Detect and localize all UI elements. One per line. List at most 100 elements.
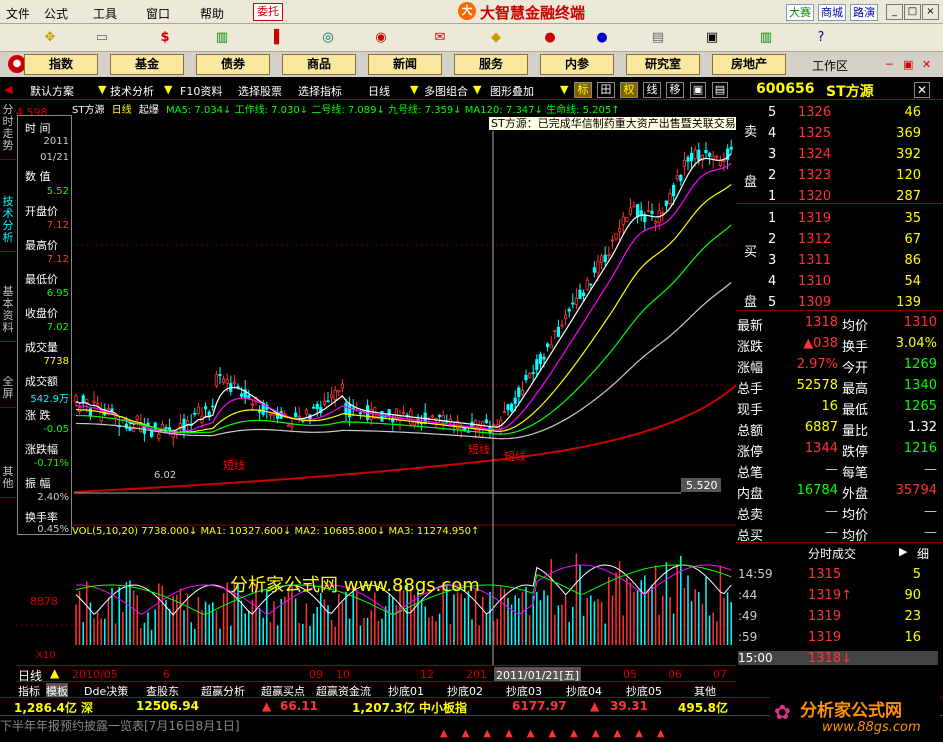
nav-news[interactable]: 新闻 — [368, 54, 442, 75]
menu-file[interactable]: 文件 — [6, 5, 30, 22]
sell-level-price[interactable]: 1323 — [798, 168, 831, 183]
candle-body — [636, 204, 640, 218]
move-toggle[interactable]: 移 — [666, 82, 684, 98]
mark-toggle[interactable]: 标 — [574, 82, 592, 98]
window-icon[interactable]: ▣ — [702, 28, 722, 48]
buy-level-price[interactable]: 1311 — [798, 253, 831, 268]
multi-chart-select[interactable]: 多图组合 — [424, 83, 468, 99]
overlay-select[interactable]: 图形叠加 — [490, 83, 534, 99]
app-title: 大大智慧金融终端 — [458, 2, 585, 23]
buy-level-price[interactable]: 1312 — [798, 232, 831, 247]
f10-button[interactable]: F10资料 — [180, 83, 222, 99]
diamond-icon[interactable]: ◆ — [486, 28, 506, 48]
sphere-icon[interactable]: ● — [592, 28, 612, 48]
period-dropdown-icon[interactable]: ▼ — [410, 83, 418, 96]
info-label-amount: 成交额 — [25, 375, 58, 388]
menu-formula[interactable]: 公式 — [44, 5, 68, 22]
stock-close-icon[interactable]: ✕ — [914, 82, 930, 98]
info-label-time: 时 间 — [25, 122, 51, 135]
nav-fund[interactable]: 基金 — [110, 54, 184, 75]
chart-toolbar: ◀ 默认方案 ▼ 技术分析 ▼ F10资料 选择股票 选择指标 日线 ▼ 多图组… — [0, 80, 736, 100]
bars-icon[interactable]: ▐ — [264, 28, 284, 48]
nav-service[interactable]: 服务 — [454, 54, 528, 75]
nav-index[interactable]: 指数 — [24, 54, 98, 75]
side-tab-other[interactable]: 其他 — [0, 466, 16, 498]
side-tab-fullscreen[interactable]: 全屏 — [0, 376, 16, 408]
help-cursor-icon[interactable]: ? — [811, 28, 831, 48]
ticks-prev-icon[interactable]: ▶ — [899, 545, 907, 558]
stat-label: 现手 — [737, 403, 764, 418]
dollar-icon[interactable]: $ — [155, 28, 175, 48]
candle-body — [610, 239, 615, 242]
binocular-icon[interactable]: ◎ — [318, 28, 338, 48]
tech-dropdown-icon[interactable]: ▼ — [164, 83, 172, 96]
nav-realestate[interactable]: 房地产 — [712, 54, 786, 75]
ws-close-icon[interactable]: ✕ — [922, 58, 931, 71]
maximize-icon[interactable]: □ — [904, 4, 921, 20]
ruler-icon[interactable]: ▭ — [92, 28, 112, 48]
side-tab-basic[interactable]: 基本资料 — [0, 286, 16, 342]
select-indicator-button[interactable]: 选择指标 — [298, 83, 342, 99]
menu-tools[interactable]: 工具 — [93, 5, 117, 22]
select-stock-button[interactable]: 选择股票 — [238, 83, 282, 99]
info-value-low: 6.95 — [46, 288, 69, 299]
alarm-icon[interactable]: ◉ — [371, 28, 391, 48]
line-toggle[interactable]: 线 — [643, 82, 661, 98]
contest-button[interactable]: 大赛 — [786, 4, 814, 21]
ticker-sh-change: 66.11 — [280, 699, 318, 713]
stat-value: ▲038 — [803, 336, 838, 351]
buy-level-price[interactable]: 1310 — [798, 274, 831, 289]
tech-analysis-select[interactable]: 技术分析 — [110, 83, 154, 99]
mall-button[interactable]: 商城 — [818, 4, 846, 21]
overlay-dropdown-icon[interactable]: ▼ — [560, 83, 568, 96]
side-tab-technical[interactable]: 技术分析 — [0, 196, 16, 252]
printer-icon[interactable]: ▤ — [648, 28, 668, 48]
period-arrow-icon[interactable]: ▲ — [50, 666, 59, 680]
crosshair-icon[interactable]: ✥ — [40, 28, 60, 48]
nav-insider[interactable]: 内参 — [540, 54, 614, 75]
ticker-sh[interactable]: 1,286.4亿 深 — [14, 699, 93, 716]
sell-level-price[interactable]: 1326 — [798, 105, 831, 120]
buy-label: 买盘 — [744, 245, 758, 310]
ws-restore-icon[interactable]: ▣ — [903, 58, 913, 71]
stat-label: 涨跌 — [737, 340, 764, 355]
scheme-dropdown-icon[interactable]: ▼ — [98, 83, 106, 96]
menu-window[interactable]: 窗口 — [146, 5, 170, 22]
close-icon[interactable]: × — [922, 4, 939, 20]
workspace-label[interactable]: 工作区 — [812, 57, 848, 74]
multi-dropdown-icon[interactable]: ▼ — [473, 83, 481, 96]
status-text[interactable]: 下半年年报预约披露一览表[7月16日8月1日] — [0, 717, 240, 734]
rights-toggle[interactable]: 权 — [620, 82, 638, 98]
buy-level-price[interactable]: 1309 — [798, 295, 831, 310]
ticks-title[interactable]: 分时成交 — [808, 545, 856, 562]
candle-icon[interactable]: ▥ — [212, 28, 232, 48]
buy-level-price[interactable]: 1319 — [798, 211, 831, 226]
nav-research[interactable]: 研究室 — [626, 54, 700, 75]
roadshow-button[interactable]: 路演 — [850, 4, 878, 21]
scheme-select[interactable]: 默认方案 — [30, 83, 74, 99]
sell-level-price[interactable]: 1325 — [798, 126, 831, 141]
side-tab-intraday[interactable]: 分时走势 — [0, 104, 16, 160]
minimize-icon[interactable]: _ — [886, 4, 903, 20]
news-icon[interactable]: ✉ — [430, 28, 450, 48]
ticks-detail-button[interactable]: 细 — [917, 545, 929, 562]
full-icon[interactable]: ▣ — [690, 82, 706, 98]
stat-value: 52578 — [796, 378, 838, 393]
books-icon[interactable]: ▥ — [756, 28, 776, 48]
sell-level-price[interactable]: 1324 — [798, 147, 831, 162]
zoom-icon[interactable]: ▤ — [712, 82, 728, 98]
grid-toggle[interactable]: 田 — [597, 82, 615, 98]
ws-min-icon[interactable]: ─ — [886, 58, 893, 71]
toolbar-arrow-icon[interactable]: ◀ — [4, 83, 12, 96]
nav-commodity[interactable]: 商品 — [282, 54, 356, 75]
info-label-volume: 成交量 — [25, 341, 58, 354]
nav-bond[interactable]: 债券 — [196, 54, 270, 75]
period-select[interactable]: 日线 — [368, 83, 390, 99]
ticker-sme[interactable]: 1,207.3亿 中小板指 — [352, 699, 467, 716]
globe-icon[interactable]: ● — [540, 28, 560, 48]
candle-body — [654, 220, 658, 224]
weituo-button[interactable]: 委托 — [253, 3, 283, 21]
menu-help[interactable]: 帮助 — [200, 5, 224, 22]
indicator-ref: 起爆 — [138, 105, 159, 115]
sell-level-price[interactable]: 1320 — [798, 189, 831, 204]
